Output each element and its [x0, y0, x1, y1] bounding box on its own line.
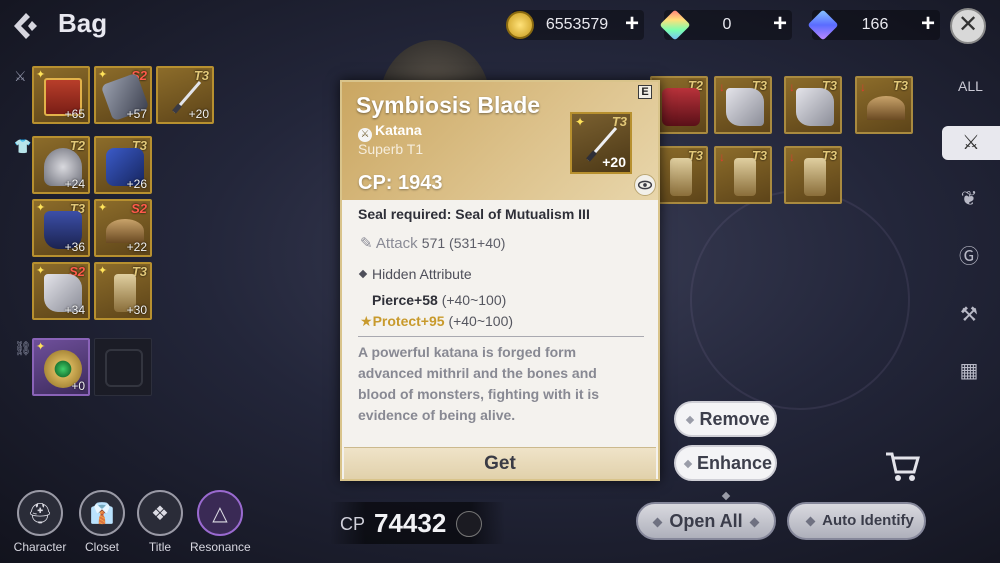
currency-rainbow-gem: 0 +: [659, 9, 792, 41]
inventory-slot-armor-1[interactable]: T2 +24: [32, 136, 90, 194]
weapon-category-icon: ⚔: [14, 68, 27, 84]
item-grade: Superb T1: [358, 141, 424, 157]
category-crafting[interactable]: ⚒: [952, 298, 986, 332]
combat-power-value: 74432: [374, 508, 447, 538]
inventory-slot-right-3[interactable]: ↓ T3: [784, 76, 842, 134]
combat-power-bar: CP 74432: [330, 502, 505, 544]
close-icon: ✕: [957, 11, 979, 38]
category-misc[interactable]: ▦: [952, 354, 986, 388]
rainbow-gem-icon: [659, 9, 691, 41]
inventory-slot-empty[interactable]: [94, 338, 152, 396]
nav-title[interactable]: ❖ Title: [130, 490, 190, 554]
close-button[interactable]: ✕: [950, 8, 986, 44]
item-name: Symbiosis Blade: [356, 92, 541, 118]
accessory-category-icon: ⛓: [14, 340, 32, 356]
star-icon: ★: [360, 313, 373, 329]
inventory-slot-armor-2[interactable]: T3 +26: [94, 136, 152, 194]
currency-gold: 6553579 +: [506, 10, 644, 40]
inventory-slot-armor-3[interactable]: ✦ T3 +36: [32, 199, 90, 257]
crest-icon: ❖: [137, 490, 183, 536]
triangle-emblem-icon: △: [197, 490, 243, 536]
diamond-bullet-icon: [358, 269, 368, 279]
seal-requirement: Seal required: Seal of Mutualism III: [358, 206, 590, 222]
category-all[interactable]: ALL: [958, 78, 983, 94]
shirt-icon: 👔: [79, 490, 125, 536]
leaf-icon: ❦: [960, 188, 978, 210]
shop-cart-icon[interactable]: [884, 450, 920, 482]
g-coin-icon: Ⓖ: [959, 246, 979, 268]
red-armor-icon: [662, 88, 700, 126]
boots-icon: [726, 88, 764, 126]
inventory-slot-armor-6[interactable]: ✦ T3 +30: [94, 262, 152, 320]
inventory-slot-right-6[interactable]: ↓ T3: [714, 146, 772, 204]
fist-icon[interactable]: [456, 511, 482, 537]
category-materials[interactable]: ❦: [952, 182, 986, 216]
eye-icon[interactable]: [634, 174, 656, 196]
gold-coin-icon: [506, 11, 534, 39]
inventory-slot-weapon-2[interactable]: ✦ S2 +57: [94, 66, 152, 124]
page-title: Bag: [58, 8, 108, 38]
armor-category-icon: 👕: [14, 138, 32, 154]
auto-identify-button[interactable]: Auto Identify: [787, 502, 926, 540]
nav-closet[interactable]: 👔 Closet: [72, 490, 132, 554]
katana-type-icon: ⚔: [358, 128, 372, 142]
item-detail-card: E Symbiosis Blade ⚔ Katana Superb T1 CP: …: [340, 80, 660, 481]
blue-crystal-icon: [807, 9, 839, 41]
inventory-slot-accessory-1[interactable]: ✦ +0: [32, 338, 90, 396]
nav-character[interactable]: ⛑ Character: [10, 490, 70, 554]
shoulder-icon: [867, 96, 905, 120]
category-weapon[interactable]: ⚔: [942, 126, 1000, 160]
sword-icon: ⚔: [962, 132, 980, 154]
attack-stat: ✎ Attack 571 (531+40): [360, 235, 506, 252]
add-gold-button[interactable]: +: [620, 12, 644, 37]
inventory-slot-armor-4[interactable]: ✦ S2 +22: [94, 199, 152, 257]
get-button[interactable]: Get: [344, 447, 656, 479]
protect-stat: ★Protect+95 (+40~100): [360, 313, 514, 329]
pierce-stat: Pierce+58 (+40~100): [372, 292, 507, 308]
anvil-icon: ⚒: [960, 304, 978, 326]
inventory-slot-right-2[interactable]: ↓ T3: [714, 76, 772, 134]
item-thumbnail: ✦ T3 +20: [570, 112, 632, 174]
item-cp: CP: 1943: [358, 172, 443, 194]
greaves-icon: [734, 158, 756, 196]
locked-cube-icon: [105, 349, 143, 387]
greaves-icon: [670, 158, 692, 196]
add-rainbow-gem-button[interactable]: +: [768, 12, 792, 37]
item-description: A powerful katana is forged form advance…: [358, 344, 600, 423]
add-blue-crystal-button[interactable]: +: [916, 12, 940, 37]
inventory-slot-armor-5[interactable]: ✦ S2 +34: [32, 262, 90, 320]
inventory-slot-right-7[interactable]: ↓ T3: [784, 146, 842, 204]
back-arrow-icon[interactable]: [10, 10, 42, 42]
equipped-badge: E: [638, 85, 652, 99]
inventory-slot-weapon-1[interactable]: ✦ +65: [32, 66, 90, 124]
open-all-button[interactable]: Open All: [636, 502, 776, 540]
item-type: ⚔ Katana: [358, 122, 422, 142]
item-card-header: E Symbiosis Blade ⚔ Katana Superb T1 CP: …: [342, 82, 658, 200]
currency-blue-crystal: 166 +: [807, 9, 940, 41]
background-emblem: [690, 190, 910, 410]
hidden-attribute-header: Hidden Attribute: [358, 266, 472, 282]
inventory-slot-weapon-3[interactable]: T3 +20: [156, 66, 214, 124]
grid-icon: ▦: [959, 360, 979, 382]
greaves-icon: [804, 158, 826, 196]
remove-button[interactable]: Remove: [674, 401, 777, 457]
boots-icon: [796, 88, 834, 126]
divider: [358, 336, 644, 337]
enhance-button[interactable]: Enhance: [674, 445, 777, 501]
nav-resonance[interactable]: △ Resonance: [190, 490, 251, 554]
inventory-slot-right-4[interactable]: ↓ T3: [855, 76, 913, 134]
helmet-icon: ⛑: [17, 490, 63, 536]
category-currency[interactable]: Ⓖ: [952, 240, 986, 274]
attack-icon: ✎: [360, 235, 373, 252]
